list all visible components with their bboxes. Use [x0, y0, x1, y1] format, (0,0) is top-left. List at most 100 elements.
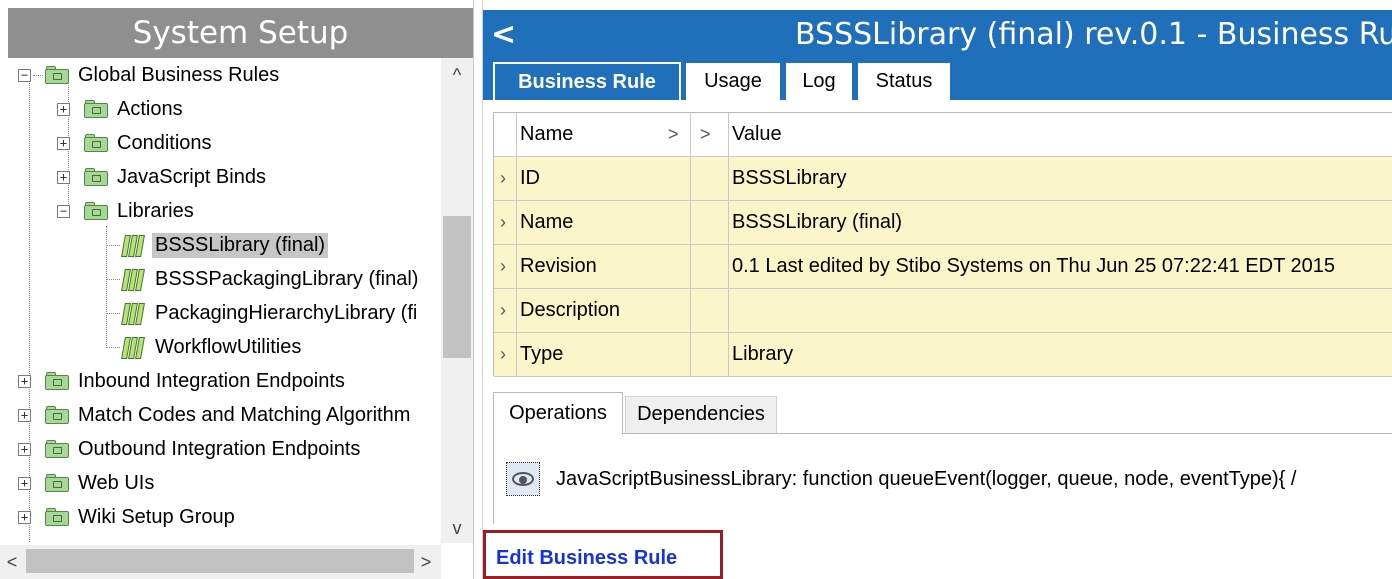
folder-icon: [45, 474, 69, 492]
chevron-right-icon[interactable]: >: [668, 113, 679, 156]
collapse-icon[interactable]: −: [57, 204, 70, 218]
folder-icon: [84, 202, 108, 220]
scroll-up-icon[interactable]: ^: [441, 60, 473, 90]
row-name: ID: [520, 167, 540, 189]
tree-item-workflowutilities[interactable]: WorkflowUtilities: [106, 330, 304, 364]
row-value: BSSSLibrary: [732, 167, 847, 189]
row-name: Revision: [520, 255, 597, 277]
scroll-left-icon[interactable]: <: [0, 545, 24, 579]
tree-item-wiki-setup-group[interactable]: + Wiki Setup Group: [18, 500, 238, 534]
scrollbar-thumb[interactable]: [443, 216, 471, 358]
tree-item-packaginghierarchylibrary[interactable]: PackagingHierarchyLibrary (fi: [106, 296, 420, 330]
expand-icon[interactable]: +: [18, 510, 31, 524]
panel-title: System Setup: [8, 8, 473, 58]
column-header-name[interactable]: Name: [520, 113, 573, 156]
tab-business-rule[interactable]: Business Rule: [493, 62, 681, 100]
library-icon: [120, 300, 150, 326]
tree-item-label: Inbound Integration Endpoints: [78, 369, 345, 392]
folder-icon: [45, 66, 69, 84]
tree-item-inbound-integration-endpoints[interactable]: + Inbound Integration Endpoints: [18, 364, 348, 398]
table-row[interactable]: › Revision 0.1 Last edited by Stibo Syst…: [494, 245, 1392, 289]
tree-item-label: JavaScript Binds: [117, 165, 266, 188]
table-row[interactable]: › Name BSSSLibrary (final): [494, 201, 1392, 245]
folder-icon: [84, 134, 108, 152]
chevron-right-icon[interactable]: ›: [500, 333, 506, 376]
folder-icon: [84, 168, 108, 186]
tree-item-label: Match Codes and Matching Algorithm: [78, 403, 411, 426]
chevron-right-icon[interactable]: ›: [500, 157, 506, 200]
expand-icon[interactable]: +: [57, 136, 70, 150]
tree-item-label: BSSSPackagingLibrary (final): [155, 267, 419, 290]
folder-icon: [84, 100, 108, 118]
tree-item-conditions[interactable]: + Conditions: [57, 126, 215, 160]
tree-item-label: Actions: [117, 97, 183, 120]
folder-icon: [45, 372, 69, 390]
tree-item-label: Wiki Setup Group: [78, 505, 235, 528]
operations-panel: JavaScriptBusinessLibrary: function queu…: [493, 434, 1392, 524]
tree-item-outbound-integration-endpoints[interactable]: + Outbound Integration Endpoints: [18, 432, 363, 466]
back-arrow-icon[interactable]: <: [491, 16, 521, 54]
expand-icon[interactable]: +: [57, 102, 70, 116]
property-grid: Name > > Value › ID BSSSLibrary › Name B…: [493, 112, 1392, 377]
tree-item-label: Web UIs: [78, 471, 155, 494]
expand-icon[interactable]: +: [57, 170, 70, 184]
horizontal-scrollbar[interactable]: < >: [0, 545, 441, 579]
tree-item-label: WorkflowUtilities: [155, 335, 302, 358]
setup-tree[interactable]: − Global Business Rules + Actions + Cond…: [0, 58, 441, 543]
scroll-down-icon[interactable]: v: [441, 513, 473, 543]
library-icon: [120, 232, 150, 258]
expand-icon[interactable]: +: [18, 442, 31, 456]
tree-item-actions[interactable]: + Actions: [57, 92, 186, 126]
expand-icon[interactable]: +: [18, 408, 31, 422]
folder-icon: [45, 406, 69, 424]
tab-usage[interactable]: Usage: [685, 62, 781, 100]
title-bar: < BSSSLibrary (final) rev.0.1 - Business…: [483, 10, 1392, 60]
chevron-right-icon[interactable]: ›: [500, 201, 506, 244]
tab-dependencies[interactable]: Dependencies: [625, 396, 777, 433]
tree-item-match-codes[interactable]: + Match Codes and Matching Algorithm: [18, 398, 413, 432]
chevron-right-icon[interactable]: >: [700, 113, 711, 156]
edit-business-rule-link[interactable]: Edit Business Rule: [496, 547, 677, 570]
row-value: Library: [732, 343, 794, 365]
operation-item[interactable]: JavaScriptBusinessLibrary: function queu…: [506, 458, 1296, 500]
tab-log[interactable]: Log: [785, 62, 853, 100]
tree-item-bssslibrary[interactable]: BSSSLibrary (final): [106, 228, 329, 262]
page-title: BSSSLibrary (final) rev.0.1 - Business R…: [795, 17, 1392, 52]
column-header-value[interactable]: Value: [732, 113, 782, 156]
row-value: 0.1 Last edited by Stibo Systems on Thu …: [732, 255, 1335, 277]
chevron-right-icon[interactable]: ›: [500, 289, 506, 332]
system-setup-panel: System Setup − Global Business Rules + A…: [0, 0, 474, 579]
tree-item-javascript-binds[interactable]: + JavaScript Binds: [57, 160, 269, 194]
edit-link-highlight: Edit Business Rule: [483, 530, 723, 579]
grid-header-row: Name > > Value: [494, 113, 1392, 157]
chevron-right-icon[interactable]: ›: [500, 245, 506, 288]
tree-item-web-uis[interactable]: + Web UIs: [18, 466, 157, 500]
expand-icon[interactable]: +: [18, 476, 31, 490]
folder-icon: [45, 508, 69, 526]
folder-icon: [45, 440, 69, 458]
table-row[interactable]: › Description: [494, 289, 1392, 333]
library-icon: [120, 334, 150, 360]
operation-text: JavaScriptBusinessLibrary: function queu…: [556, 467, 1297, 490]
eye-icon[interactable]: [506, 462, 540, 496]
tree-item-label: Global Business Rules: [78, 63, 280, 86]
scroll-right-icon[interactable]: >: [414, 545, 438, 579]
table-row[interactable]: › Type Library: [494, 333, 1392, 377]
tree-item-label: Libraries: [117, 199, 194, 222]
collapse-icon[interactable]: −: [18, 68, 31, 82]
tree-item-label: Conditions: [117, 131, 212, 154]
tree-item-global-business-rules[interactable]: − Global Business Rules: [18, 58, 282, 92]
row-name: Name: [520, 211, 574, 233]
row-name: Type: [520, 343, 564, 365]
library-icon: [120, 266, 150, 292]
table-row[interactable]: › ID BSSSLibrary: [494, 157, 1392, 201]
tree-item-label: BSSSLibrary (final): [152, 232, 329, 258]
tree-item-bssspackaginglibrary[interactable]: BSSSPackagingLibrary (final): [106, 262, 421, 296]
tree-item-libraries[interactable]: − Libraries: [57, 194, 197, 228]
tab-operations[interactable]: Operations: [493, 392, 623, 434]
tab-status[interactable]: Status: [857, 62, 951, 100]
tree-item-label: PackagingHierarchyLibrary (fi: [155, 301, 418, 324]
expand-icon[interactable]: +: [18, 374, 31, 388]
vertical-scrollbar[interactable]: ^ v: [441, 58, 473, 543]
scrollbar-thumb[interactable]: [26, 549, 414, 573]
